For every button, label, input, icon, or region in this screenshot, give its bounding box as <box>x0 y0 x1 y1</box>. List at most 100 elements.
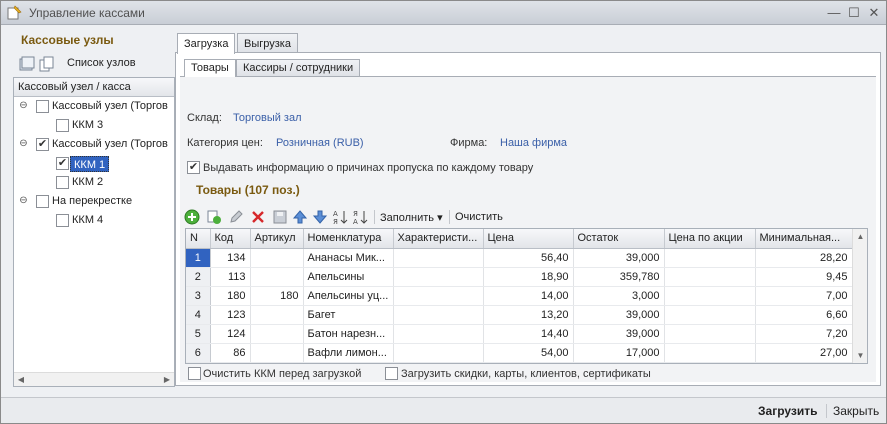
table-cell[interactable] <box>664 267 756 287</box>
row-number-cell[interactable]: 5 <box>186 324 211 344</box>
tree-node-3[interactable]: ⊖ На перекрестке <box>14 193 174 211</box>
table-cell[interactable]: 56,40 <box>483 248 574 268</box>
delete-icon[interactable] <box>250 209 266 225</box>
table-cell[interactable] <box>393 324 484 344</box>
table-cell[interactable]: 39,000 <box>573 324 665 344</box>
load-button[interactable]: Загрузить <box>758 404 817 418</box>
table-cell[interactable] <box>393 267 484 287</box>
collapse-icon[interactable]: ⊖ <box>18 139 29 150</box>
table-cell[interactable]: 27,00 <box>755 343 853 363</box>
row-number-cell[interactable]: 1 <box>186 248 211 268</box>
table-cell[interactable]: 14,40 <box>483 324 574 344</box>
skip-info-checkbox[interactable]: ✔ <box>187 161 200 174</box>
column-header[interactable]: Минимальная... <box>755 229 853 249</box>
minimize-button[interactable]: — <box>827 6 841 20</box>
table-cell[interactable]: 300,00 <box>755 362 853 363</box>
table-row[interactable]: 1 134 Ананасы Мик... 56,40 39,000 28,20 <box>186 248 853 268</box>
row-number-cell[interactable]: 2 <box>186 267 211 287</box>
table-cell[interactable] <box>393 343 484 363</box>
copy-row-icon[interactable] <box>206 209 222 225</box>
load-discounts-checkbox[interactable] <box>385 367 398 380</box>
table-cell[interactable]: 132 <box>210 362 251 363</box>
tree-kkm-2[interactable]: ККМ 2 <box>14 174 174 192</box>
clear-button[interactable]: Очистить <box>455 211 503 223</box>
tree-node-1[interactable]: ⊖ Кассовый узел (Торгов <box>14 98 174 116</box>
table-cell[interactable]: 3,000 <box>573 286 665 306</box>
table-cell[interactable]: 180 <box>250 286 304 306</box>
table-cell[interactable]: 134 <box>210 248 251 268</box>
row-number-cell[interactable]: 3 <box>186 286 211 306</box>
tree-kkm-checkbox[interactable] <box>56 214 69 227</box>
title-bar[interactable]: Управление кассами — ☐ ✕ <box>1 1 886 25</box>
tree-node-checkbox[interactable] <box>36 195 49 208</box>
table-row[interactable]: 5 124 Батон нарезн... 14,40 39,000 7,20 <box>186 324 853 344</box>
table-cell[interactable]: Апельсины <box>303 267 394 287</box>
table-cell[interactable] <box>664 324 756 344</box>
table-cell[interactable]: Ананасы Мик... <box>303 248 394 268</box>
price-category-link[interactable]: Розничная (RUB) <box>276 137 364 149</box>
column-header[interactable]: Цена по акции <box>664 229 756 249</box>
tree-node-checkbox[interactable] <box>36 100 49 113</box>
cash-nodes-tree[interactable]: Кассовый узел / касса ⊖ Кассовый узел (Т… <box>13 77 175 387</box>
tree-kkm-4[interactable]: ККМ 4 <box>14 212 174 230</box>
table-cell[interactable]: 14,00 <box>483 286 574 306</box>
row-number-cell[interactable]: 4 <box>186 305 211 325</box>
tree-kkm-checkbox[interactable] <box>56 176 69 189</box>
maximize-button[interactable]: ☐ <box>847 6 861 20</box>
column-header[interactable]: Остаток <box>573 229 665 249</box>
table-cell[interactable] <box>664 248 756 268</box>
copy-icon[interactable] <box>39 56 55 72</box>
table-cell[interactable]: 39,000 <box>573 248 665 268</box>
fill-button[interactable]: Заполнить ▾ <box>380 211 443 224</box>
move-down-icon[interactable] <box>312 209 328 225</box>
table-row[interactable]: 6 86 Вафли лимон... 54,00 17,000 27,00 <box>186 343 853 363</box>
row-number-cell[interactable]: 7 <box>186 362 211 363</box>
sort-desc-icon[interactable]: Я A <box>352 209 368 225</box>
tree-node-2[interactable]: ⊖ ✔ Кассовый узел (Торгов <box>14 136 174 154</box>
table-cell[interactable]: 124 <box>210 324 251 344</box>
tree-kkm-checkbox[interactable] <box>56 119 69 132</box>
table-cell[interactable]: 54,00 <box>483 343 574 363</box>
table-cell[interactable] <box>250 248 304 268</box>
table-cell[interactable]: 180 <box>210 286 251 306</box>
table-row[interactable]: 7132 Доставка 600,00 300,00 <box>186 362 853 363</box>
column-header[interactable]: Номенклатура <box>303 229 394 249</box>
tree-horizontal-scrollbar[interactable]: ◀ ▶ <box>14 372 174 386</box>
sort-asc-icon[interactable]: A Я <box>332 209 348 225</box>
table-cell[interactable] <box>250 267 304 287</box>
scroll-left-icon[interactable]: ◀ <box>15 374 27 386</box>
table-cell[interactable]: Вафли лимон... <box>303 343 394 363</box>
table-cell[interactable]: 13,20 <box>483 305 574 325</box>
table-cell[interactable] <box>393 286 484 306</box>
table-cell[interactable] <box>250 343 304 363</box>
table-cell[interactable] <box>250 305 304 325</box>
table-cell[interactable] <box>250 362 304 363</box>
table-vertical-scrollbar[interactable]: ▲ ▼ <box>852 229 867 363</box>
table-cell[interactable]: 123 <box>210 305 251 325</box>
table-cell[interactable]: 39,000 <box>573 305 665 325</box>
table-cell[interactable]: 86 <box>210 343 251 363</box>
table-cell[interactable]: 28,20 <box>755 248 853 268</box>
table-cell[interactable]: 18,90 <box>483 267 574 287</box>
tab-unload[interactable]: Выгрузка <box>237 33 298 53</box>
table-cell[interactable]: Апельсины уц... <box>303 286 394 306</box>
table-cell[interactable]: Доставка <box>303 362 394 363</box>
tree-node-checkbox[interactable]: ✔ <box>36 138 49 151</box>
table-cell[interactable] <box>393 362 484 363</box>
table-cell[interactable]: 17,000 <box>573 343 665 363</box>
column-header[interactable]: Цена <box>483 229 574 249</box>
move-up-icon[interactable] <box>292 209 308 225</box>
table-cell[interactable]: 7,00 <box>755 286 853 306</box>
tab-cashiers[interactable]: Кассиры / сотрудники <box>236 59 361 76</box>
column-header[interactable]: N <box>186 229 211 249</box>
table-cell[interactable]: Батон нарезн... <box>303 324 394 344</box>
tab-goods[interactable]: Товары <box>184 59 236 77</box>
scroll-up-icon[interactable]: ▲ <box>855 231 866 242</box>
clear-kkm-checkbox[interactable] <box>188 367 201 380</box>
table-cell[interactable]: 7,20 <box>755 324 853 344</box>
tab-load[interactable]: Загрузка <box>177 33 236 54</box>
table-cell[interactable]: Багет <box>303 305 394 325</box>
table-cell[interactable] <box>664 362 756 363</box>
table-cell[interactable]: 113 <box>210 267 251 287</box>
column-header[interactable]: Код <box>210 229 251 249</box>
